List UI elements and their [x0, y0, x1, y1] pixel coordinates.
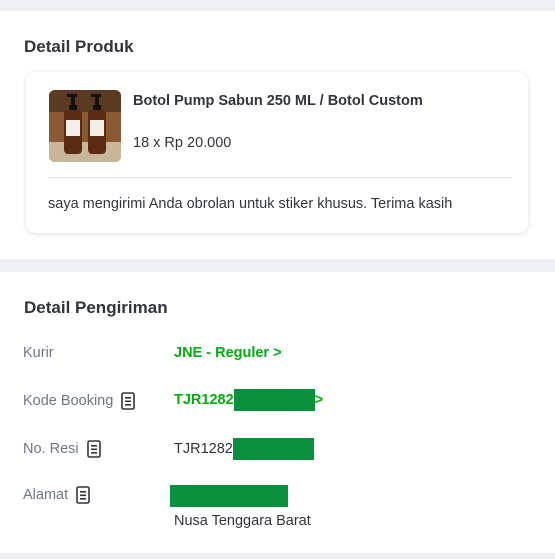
product-thumbnail[interactable] — [49, 90, 121, 162]
alamat-redacted-row — [170, 485, 288, 507]
product-name[interactable]: Botol Pump Sabun 250 ML / Botol Custom — [133, 93, 423, 109]
kode-booking-link[interactable]: TJR1282 > — [174, 389, 323, 411]
kurir-label: Kurir — [23, 345, 54, 361]
section-separator-top — [0, 0, 555, 11]
redacted-block — [170, 485, 288, 507]
alamat-region: Nusa Tenggara Barat — [174, 513, 311, 529]
kode-booking-label-row: Kode Booking — [23, 392, 136, 410]
detail-pengiriman-title: Detail Pengiriman — [24, 298, 168, 317]
section-separator — [0, 259, 555, 272]
alamat-label: Alamat — [23, 487, 69, 503]
product-note: saya mengirimi Anda obrolan untuk stiker… — [48, 196, 453, 212]
no-resi-label-row: No. Resi — [23, 440, 101, 458]
section-separator-bottom — [0, 553, 555, 559]
chevron-right-icon: > — [314, 392, 324, 408]
no-resi-value: TJR1282 — [174, 441, 233, 457]
kurir-label-row: Kurir — [23, 345, 54, 361]
copy-icon[interactable] — [86, 440, 101, 458]
card-divider — [48, 177, 512, 178]
kode-booking-label: Kode Booking — [23, 393, 114, 409]
product-card[interactable]: Botol Pump Sabun 250 ML / Botol Custom 1… — [26, 72, 528, 233]
no-resi-label: No. Resi — [23, 441, 79, 457]
no-resi-value-row: TJR1282 — [174, 438, 314, 460]
kode-booking-value: TJR1282 — [174, 392, 234, 408]
copy-icon[interactable] — [121, 392, 136, 410]
copy-icon[interactable] — [76, 486, 90, 504]
kurir-link[interactable]: JNE - Reguler > — [174, 345, 282, 361]
product-quantity-price: 18 x Rp 20.000 — [133, 135, 232, 151]
detail-produk-title: Detail Produk — [24, 37, 134, 56]
redacted-block — [233, 389, 315, 411]
redacted-block — [232, 438, 314, 460]
alamat-label-row: Alamat — [23, 486, 90, 504]
